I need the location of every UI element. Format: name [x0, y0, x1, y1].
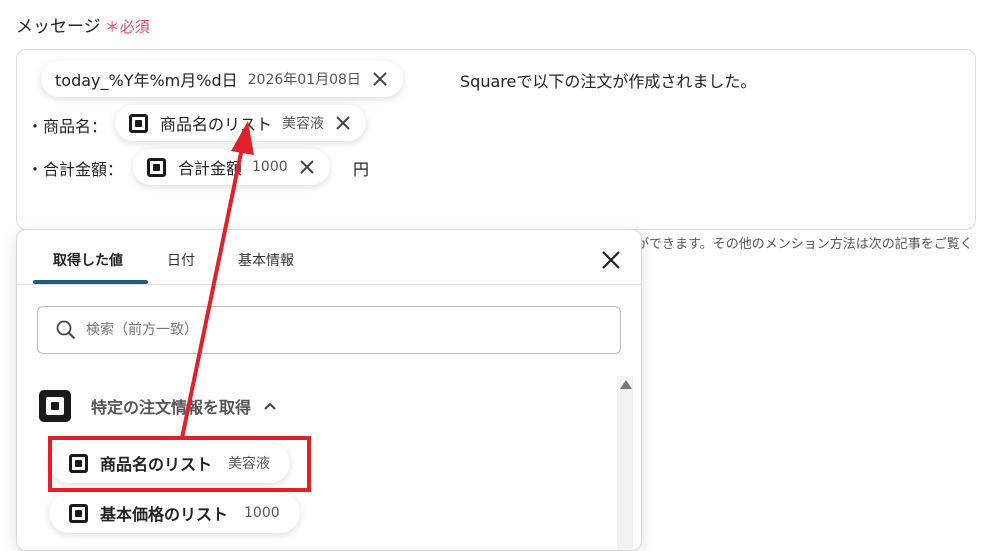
pill-value: 2026年01月08日: [247, 72, 361, 88]
variable-pill-date[interactable]: today_%Y年%m月%d日 2026年01月08日: [41, 61, 403, 97]
item-name: 基本価格のリスト: [100, 505, 229, 524]
highlight-box: [48, 436, 311, 492]
variable-pill-total[interactable]: 合計金額 1000: [133, 149, 330, 185]
pill-name: today_%Y年%m月%d日: [55, 71, 238, 90]
field-label: メッセージ ＊必須: [16, 12, 150, 37]
pill-name: 合計金額: [178, 159, 243, 178]
scrollbar[interactable]: [617, 376, 633, 550]
group-title: 特定の注文情報を取得: [91, 398, 252, 417]
square-icon: [129, 113, 148, 133]
pill-value: 1000: [252, 159, 288, 175]
variable-pill-product[interactable]: 商品名のリスト 美容液: [115, 105, 367, 141]
close-icon[interactable]: [334, 114, 352, 132]
square-icon: [69, 503, 88, 523]
square-logo-icon: [39, 390, 71, 422]
tab-divider: [17, 284, 641, 285]
line1-prefix: ・商品名：: [27, 117, 108, 136]
message-editor[interactable]: today_%Y年%m月%d日 2026年01月08日 Squareで以下の注文…: [16, 49, 976, 230]
line2-suffix: 円: [353, 160, 370, 179]
tab-basic-info[interactable]: 基本情報: [238, 250, 294, 270]
help-text: ができます。その他のメンション方法は次の記事をご覧く: [636, 237, 973, 252]
item-value: 1000: [244, 505, 280, 521]
search-box[interactable]: [37, 306, 621, 354]
square-icon: [147, 157, 166, 177]
pill-value: 美容液: [282, 116, 325, 132]
value-picker-popup: 取得した値 日付 基本情報 特定の注文情報を取得 商品名のリスト 美容液 基本価…: [16, 229, 642, 551]
tab-date[interactable]: 日付: [167, 250, 195, 270]
list-item-base-price-list[interactable]: 基本価格のリスト 1000: [49, 493, 300, 533]
field-label-text: メッセージ: [16, 17, 101, 37]
close-icon[interactable]: [298, 158, 316, 176]
search-input[interactable]: [84, 321, 568, 339]
close-icon[interactable]: [371, 70, 389, 88]
pill-name: 商品名のリスト: [160, 115, 273, 134]
close-icon[interactable]: [599, 248, 623, 272]
line2-prefix: ・合計金額：: [27, 160, 124, 179]
chevron-up-icon[interactable]: [263, 399, 277, 413]
scroll-up-arrow-icon[interactable]: [620, 380, 632, 389]
search-icon: [56, 320, 76, 340]
required-mark: ＊必須: [104, 18, 150, 36]
group-header[interactable]: 特定の注文情報を取得: [39, 390, 277, 422]
tab-acquired-values[interactable]: 取得した値: [53, 250, 123, 270]
intro-text: Squareで以下の注文が作成されました。: [460, 72, 757, 91]
